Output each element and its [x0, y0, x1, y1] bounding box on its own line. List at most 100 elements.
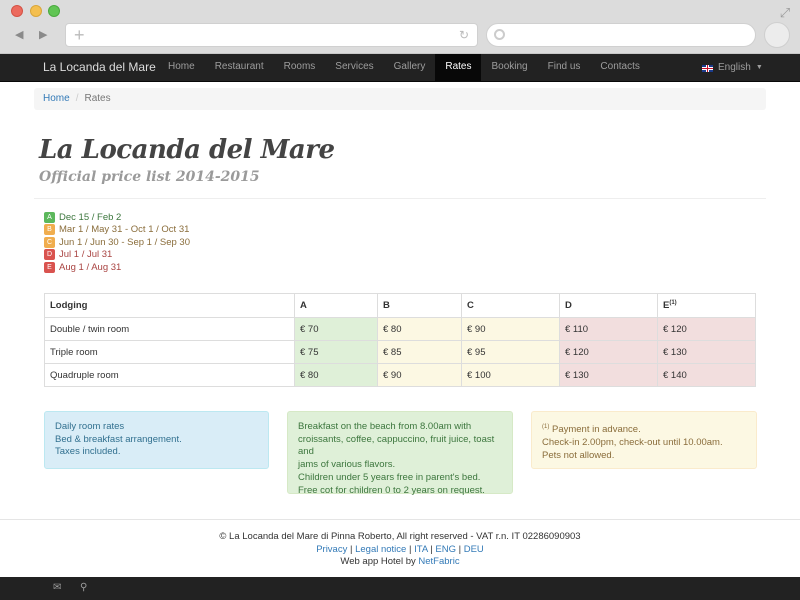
header-season-d: D	[559, 293, 658, 318]
search-icon	[494, 29, 505, 40]
season-a: A Dec 15 / Feb 2	[44, 211, 190, 224]
browser-chrome: ⤢ ◀ ▶ + ↻	[0, 0, 800, 54]
language-selector[interactable]: English ▼	[702, 54, 763, 82]
nav-item-gallery[interactable]: Gallery	[384, 54, 436, 82]
nav-item-restaurant[interactable]: Restaurant	[205, 54, 274, 82]
price-cell: € 130	[559, 363, 658, 387]
price-cell: € 90	[377, 363, 462, 387]
footer-credit-link[interactable]: NetFabric	[418, 556, 459, 567]
price-cell: € 120	[559, 340, 658, 364]
season-d: D Jul 1 / Jul 31	[44, 249, 190, 262]
site-footer: © La Locanda del Mare di Pinna Roberto, …	[0, 531, 800, 569]
footnote-marker: (1)	[542, 424, 550, 430]
info-box-policies: (1) Payment in advance. Check-in 2.00pm,…	[531, 411, 757, 469]
price-cell: € 85	[377, 340, 462, 364]
nav-item-services[interactable]: Services	[325, 54, 383, 82]
info-box-breakfast: Breakfast on the beach from 8.00am with …	[287, 411, 513, 496]
season-dates: Jun 1 / Jun 30 - Sep 1 / Sep 30	[59, 236, 190, 248]
season-e: E Aug 1 / Aug 31	[44, 261, 190, 274]
info-line: (1) Payment in advance.	[542, 421, 746, 437]
season-c: C Jun 1 / Jun 30 - Sep 1 / Sep 30	[44, 236, 190, 249]
price-cell: € 80	[377, 317, 462, 341]
search-input[interactable]	[486, 23, 756, 47]
header-lodging: Lodging	[44, 293, 295, 318]
info-box-rates: Daily room rates Bed & breakfast arrange…	[44, 411, 269, 469]
nav-item-rates[interactable]: Rates	[435, 54, 482, 82]
divider	[34, 198, 766, 199]
address-bar[interactable]: + ↻	[65, 23, 478, 47]
header-season-e: E(1)	[657, 293, 756, 318]
price-cell: € 70	[294, 317, 378, 341]
info-line: Children under 5 years free in parent's …	[298, 471, 481, 483]
footer-link-privacy[interactable]: Privacy	[316, 544, 347, 555]
maximize-window-button[interactable]	[48, 5, 60, 17]
table-header-row: Lodging A B C D E(1)	[44, 293, 756, 318]
footer-link-eng[interactable]: ENG	[435, 544, 456, 555]
price-cell: € 140	[657, 363, 756, 387]
footer-copyright: © La Locanda del Mare di Pinna Roberto, …	[219, 531, 581, 542]
season-badge: A	[44, 211, 55, 223]
season-badge: E	[44, 261, 55, 273]
header-season-a: A	[294, 293, 378, 318]
room-type: Double / twin room	[44, 317, 295, 341]
price-cell: € 110	[559, 317, 658, 341]
back-icon[interactable]: ◀	[15, 28, 23, 41]
bottom-bar: ✉ ⚲	[0, 577, 800, 600]
table-row: Quadruple room € 80 € 90 € 100 € 130 € 140	[44, 363, 756, 387]
footer-link-deu[interactable]: DEU	[464, 544, 484, 555]
nav-item-home[interactable]: Home	[158, 54, 205, 82]
minimize-window-button[interactable]	[30, 5, 42, 17]
footer-link-ita[interactable]: ITA	[414, 544, 428, 555]
footer-credit: Web app Hotel by NetFabric	[0, 556, 800, 569]
nav-item-find-us[interactable]: Find us	[538, 54, 591, 82]
info-line: croissants, coffee, cappuccino, fruit ju…	[298, 433, 495, 458]
room-type: Quadruple room	[44, 363, 295, 387]
browser-menu-button[interactable]	[764, 22, 790, 48]
info-line: jams of various flavors.	[298, 459, 396, 471]
fullscreen-icon[interactable]: ⤢	[778, 6, 792, 20]
table-row: Triple room € 75 € 85 € 95 € 120 € 130	[44, 340, 756, 364]
site-brand[interactable]: La Locanda del Mare	[43, 60, 156, 74]
header-season-b: B	[377, 293, 462, 318]
breadcrumb-home[interactable]: Home	[43, 93, 70, 104]
reload-icon[interactable]: ↻	[459, 28, 469, 42]
map-marker-icon[interactable]: ⚲	[80, 582, 87, 593]
envelope-icon[interactable]: ✉	[53, 582, 61, 593]
footnote-marker: (1)	[669, 299, 677, 306]
page-title: La Locanda del Mare	[39, 135, 335, 165]
season-dates: Jul 1 / Jul 31	[59, 249, 113, 261]
language-label: English	[718, 62, 751, 73]
season-badge: B	[44, 224, 55, 236]
caret-down-icon: ▼	[755, 64, 763, 71]
uk-flag-icon	[702, 64, 713, 72]
nav-item-booking[interactable]: Booking	[481, 54, 537, 82]
info-line: Bed & breakfast arrangement.	[55, 433, 182, 445]
season-legend: A Dec 15 / Feb 2 B Mar 1 / May 31 - Oct 1 /…	[44, 211, 190, 274]
nav-item-contacts[interactable]: Contacts	[590, 54, 649, 82]
table-row: Double / twin room € 70 € 80 € 90 € 110 € 120	[44, 317, 756, 341]
info-line: Daily room rates	[55, 421, 125, 432]
season-dates: Aug 1 / Aug 31	[59, 261, 122, 273]
price-cell: € 80	[294, 363, 378, 387]
breadcrumb: Home / Rates	[34, 88, 766, 110]
new-tab-icon[interactable]: +	[74, 25, 85, 45]
history-nav: ◀ ▶	[9, 24, 57, 46]
nav-item-rooms[interactable]: Rooms	[274, 54, 326, 82]
info-line: Free cot for children 0 to 2 years on re…	[298, 484, 485, 496]
price-cell: € 130	[657, 340, 756, 364]
info-line: Pets not allowed.	[542, 449, 615, 461]
season-dates: Mar 1 / May 31 - Oct 1 / Oct 31	[59, 224, 190, 236]
season-badge: D	[44, 249, 55, 261]
rates-table: Lodging A B C D E(1) Double / twin room €…	[44, 293, 756, 387]
price-cell: € 95	[461, 340, 560, 364]
price-cell: € 90	[461, 317, 560, 341]
close-window-button[interactable]	[11, 5, 23, 17]
season-dates: Dec 15 / Feb 2	[59, 211, 122, 223]
info-line: Taxes included.	[55, 446, 121, 458]
forward-icon[interactable]: ▶	[39, 28, 47, 41]
footer-link-legal[interactable]: Legal notice	[355, 544, 406, 555]
nav-menu: Home Restaurant Rooms Services Gallery Rates B…	[158, 54, 650, 82]
footer-credit-text: Web app Hotel by	[340, 556, 419, 567]
price-cell: € 100	[461, 363, 560, 387]
season-badge: C	[44, 236, 55, 248]
